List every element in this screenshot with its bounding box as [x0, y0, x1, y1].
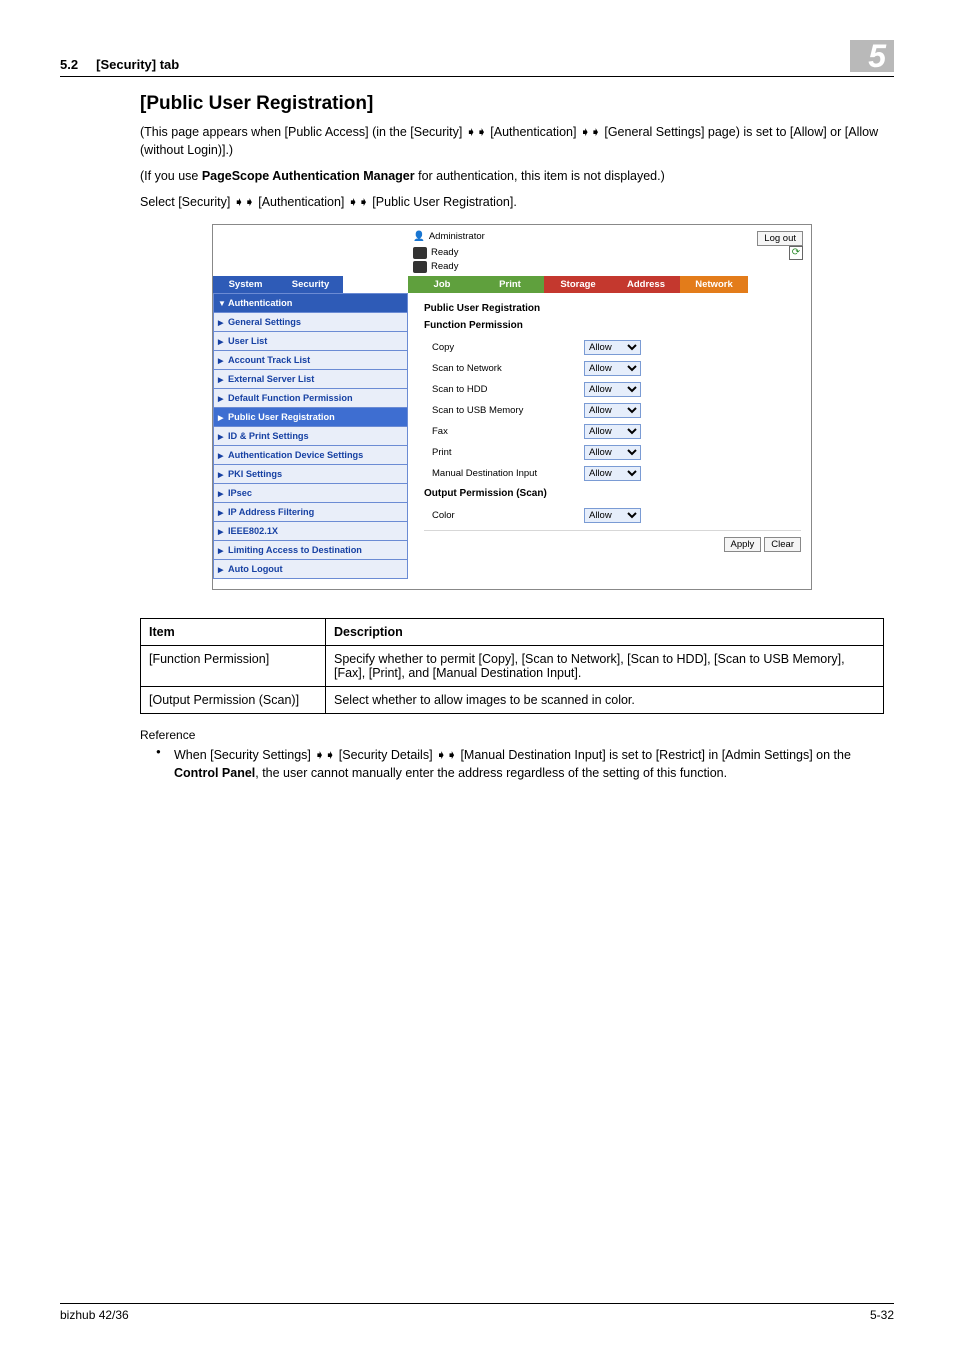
arrow-icon: ➧➧: [580, 124, 601, 139]
clear-button[interactable]: Clear: [764, 537, 801, 552]
permission-row: PrintAllow: [424, 442, 801, 463]
tab-system[interactable]: System: [213, 276, 278, 293]
reference-list: When [Security Settings] ➧➧ [Security De…: [140, 746, 884, 782]
footer-page: 5-32: [870, 1308, 894, 1322]
permission-row: CopyAllow: [424, 337, 801, 358]
sidebar-item-general[interactable]: General Settings: [213, 313, 408, 332]
sidebar-item-public-user-reg[interactable]: Public User Registration: [213, 408, 408, 427]
tab-network[interactable]: Network: [680, 276, 748, 293]
screenshot-panel: 👤 Administrator Log out Ready Ready ⟳ Sy…: [212, 224, 812, 590]
permission-label: Scan to HDD: [424, 384, 584, 395]
table-row: [Function Permission] Specify whether to…: [141, 645, 884, 686]
sidebar-item-default-fp[interactable]: Default Function Permission: [213, 389, 408, 408]
sidebar-item-ipsec[interactable]: IPsec: [213, 484, 408, 503]
permission-label: Fax: [424, 426, 584, 437]
sidebar-item-userlist[interactable]: User List: [213, 332, 408, 351]
content-sub1: Function Permission: [424, 320, 801, 331]
sidebar-item-limiting[interactable]: Limiting Access to Destination: [213, 541, 408, 560]
page-header: 5.2 [Security] tab 5: [60, 40, 894, 77]
sidebar-item-auto-logout[interactable]: Auto Logout: [213, 560, 408, 579]
tab-security[interactable]: Security: [278, 276, 343, 293]
chapter-number: 5: [850, 40, 894, 72]
logout-button[interactable]: Log out: [757, 231, 803, 246]
permission-label: Color: [424, 510, 584, 521]
tab-strip: System Security Job Print Storage Addres…: [213, 276, 811, 293]
permission-select[interactable]: Allow: [585, 341, 640, 354]
permission-label: Print: [424, 447, 584, 458]
printer-icon: [413, 247, 427, 259]
content-sub2: Output Permission (Scan): [424, 488, 801, 499]
permission-select[interactable]: Allow: [585, 446, 640, 459]
paragraph-3: Select [Security] ➧➧ [Authentication] ➧➧…: [140, 193, 884, 211]
permission-label: Copy: [424, 342, 584, 353]
permission-row: Scan to HDDAllow: [424, 379, 801, 400]
permission-select[interactable]: Allow: [585, 425, 640, 438]
sidebar-item-external-server[interactable]: External Server List: [213, 370, 408, 389]
tab-storage[interactable]: Storage: [544, 276, 612, 293]
permission-label: Scan to USB Memory: [424, 405, 584, 416]
tab-job[interactable]: Job: [408, 276, 476, 293]
section-title: [Security] tab: [96, 57, 179, 72]
arrow-icon: ➧➧: [466, 124, 487, 139]
refresh-icon[interactable]: ⟳: [789, 246, 803, 260]
permission-select[interactable]: Allow: [585, 383, 640, 396]
sidebar-item-auth-device[interactable]: Authentication Device Settings: [213, 446, 408, 465]
printer-icon: [413, 261, 427, 273]
permission-row: Scan to NetworkAllow: [424, 358, 801, 379]
tab-address[interactable]: Address: [612, 276, 680, 293]
table-header-item: Item: [141, 618, 326, 645]
table-header-desc: Description: [326, 618, 884, 645]
permission-label: Scan to Network: [424, 363, 584, 374]
sidebar-item-id-print[interactable]: ID & Print Settings: [213, 427, 408, 446]
content-heading: Public User Registration: [424, 303, 801, 314]
content-pane: Public User Registration Function Permis…: [408, 293, 811, 579]
sidebar-item-ip-filtering[interactable]: IP Address Filtering: [213, 503, 408, 522]
permission-row: Scan to USB MemoryAllow: [424, 400, 801, 421]
apply-button[interactable]: Apply: [724, 537, 762, 552]
permission-select[interactable]: Allow: [585, 509, 640, 522]
status-row: Ready: [413, 246, 458, 260]
arrow-icon: ➧➧: [314, 747, 335, 762]
permission-select[interactable]: Allow: [585, 467, 640, 480]
admin-indicator: 👤 Administrator: [413, 231, 485, 242]
section-heading: 5.2 [Security] tab: [60, 57, 179, 72]
sidebar-item-pki[interactable]: PKI Settings: [213, 465, 408, 484]
sidebar-item-authentication[interactable]: Authentication: [213, 293, 408, 313]
permission-select[interactable]: Allow: [585, 404, 640, 417]
reference-table: Item Description [Function Permission] S…: [140, 618, 884, 714]
user-icon: 👤: [413, 231, 425, 242]
status-row: Ready: [413, 260, 458, 274]
arrow-icon: ➧➧: [436, 747, 457, 762]
sidebar: Authentication General Settings User Lis…: [213, 293, 408, 579]
tab-print[interactable]: Print: [476, 276, 544, 293]
table-row: [Output Permission (Scan)] Select whethe…: [141, 686, 884, 713]
permission-select[interactable]: Allow: [585, 362, 640, 375]
footer-model: bizhub 42/36: [60, 1308, 129, 1322]
arrow-icon: ➧➧: [348, 194, 369, 209]
section-number: 5.2: [60, 57, 78, 72]
reference-item: When [Security Settings] ➧➧ [Security De…: [156, 746, 884, 782]
permission-row: Manual Destination InputAllow: [424, 463, 801, 484]
reference-heading: Reference: [140, 728, 884, 742]
chapter-badge: 5: [850, 40, 894, 72]
sidebar-item-account-track[interactable]: Account Track List: [213, 351, 408, 370]
paragraph-1: (This page appears when [Public Access] …: [140, 123, 884, 159]
page-title: [Public User Registration]: [140, 93, 884, 115]
page-footer: bizhub 42/36 5-32: [60, 1303, 894, 1322]
permission-row: FaxAllow: [424, 421, 801, 442]
arrow-icon: ➧➧: [234, 194, 255, 209]
paragraph-2: (If you use PageScope Authentication Man…: [140, 167, 884, 185]
permission-label: Manual Destination Input: [424, 468, 584, 479]
admin-label: Administrator: [429, 231, 485, 242]
permission-row: ColorAllow: [424, 505, 801, 526]
sidebar-item-ieee[interactable]: IEEE802.1X: [213, 522, 408, 541]
